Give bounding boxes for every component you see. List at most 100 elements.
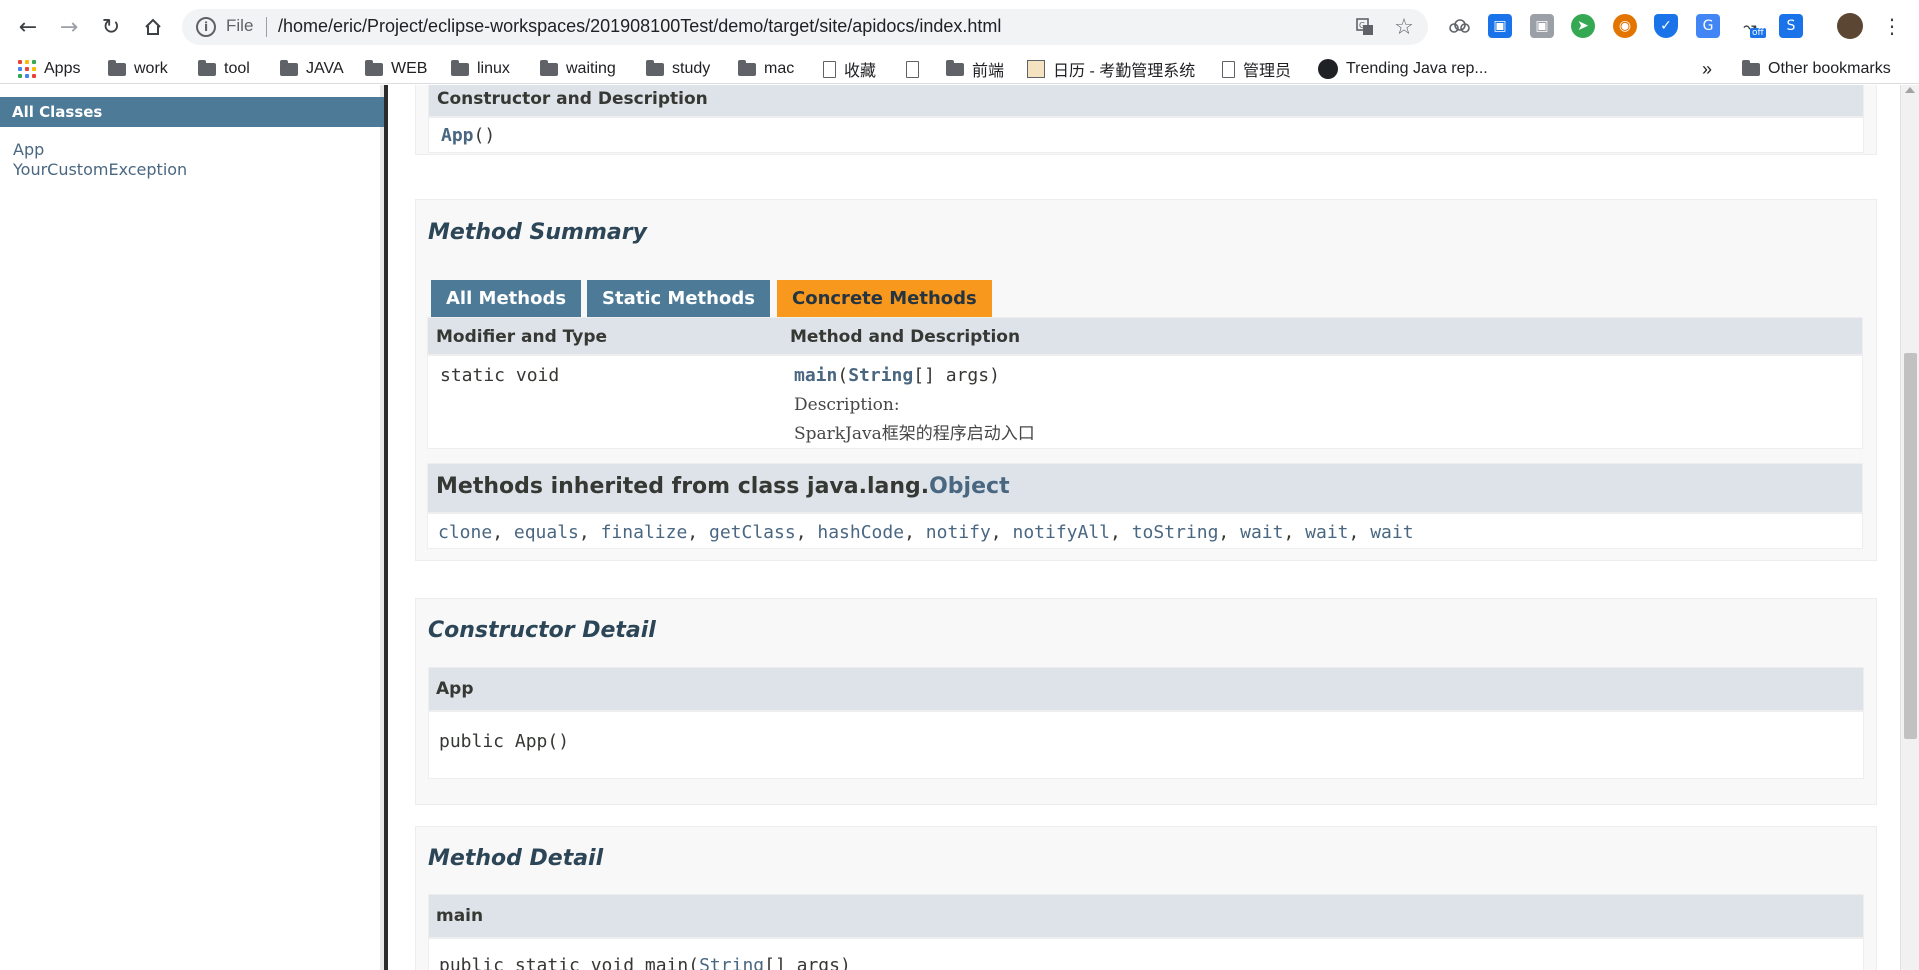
method-link-clone[interactable]: clone (438, 522, 492, 543)
bookmark-apps[interactable]: Apps (18, 57, 80, 81)
method-link-hashcode[interactable]: hashCode (817, 522, 904, 543)
folder-icon (198, 59, 216, 76)
constructor-parens: () (473, 125, 496, 146)
bookmark-label: work (134, 60, 168, 77)
github-icon (1318, 59, 1338, 79)
method-link-notifyall[interactable]: notifyAll (1012, 522, 1110, 543)
bookmark-folder-frontend[interactable]: 前端 (946, 57, 1004, 81)
scroll-up-arrow-icon[interactable] (1905, 87, 1915, 93)
tab-concrete-methods[interactable]: Concrete Methods (777, 280, 992, 317)
bookmark-folder-study[interactable]: study (646, 57, 710, 81)
bookmark-other-bookmarks[interactable]: Other bookmarks (1742, 57, 1891, 81)
back-icon[interactable]: ← (12, 12, 44, 42)
constructor-link-app[interactable]: App (441, 125, 474, 146)
class-link-yourcustomexception[interactable]: YourCustomException (13, 160, 187, 179)
bookmark-folder-work[interactable]: work (108, 57, 168, 81)
method-link-wait[interactable]: wait (1370, 522, 1413, 543)
tab-all-methods[interactable]: All Methods (431, 280, 582, 317)
separator: , (1283, 522, 1306, 543)
bookmark-label: waiting (566, 60, 616, 77)
column-header-method: Method and Description (790, 327, 1021, 347)
sogou-extension-icon[interactable]: S (1779, 14, 1803, 38)
type-link-string[interactable]: String (699, 955, 764, 970)
description-text: SparkJava框架的程序启动入口 (794, 424, 1035, 444)
proxy-extension-icon[interactable]: ↝ off (1738, 14, 1766, 38)
page-icon (1222, 60, 1235, 78)
shield-extension-icon[interactable]: ✓ (1654, 14, 1678, 38)
method-link-getclass[interactable]: getClass (709, 522, 796, 543)
separator: , (1218, 522, 1241, 543)
bookmark-page-favorites[interactable]: 收藏 (823, 57, 876, 81)
bookmark-label: Apps (44, 60, 81, 77)
separator: , (687, 522, 709, 543)
home-icon[interactable] (137, 12, 169, 42)
separator: , (904, 522, 926, 543)
apps-grid-icon (18, 60, 36, 78)
bookmarks-overflow-button[interactable]: » (1702, 57, 1712, 81)
bookmark-page-admin[interactable]: 管理员 (1222, 57, 1291, 81)
bookmarks-bar: Apps work tool JAVA WEB linux waiting st… (0, 54, 1919, 84)
class-detail-frame: Constructor and Description App() Method… (388, 85, 1900, 970)
google-translate-extension-icon[interactable]: G (1696, 14, 1720, 38)
book-extension-icon[interactable]: ▣ (1488, 14, 1512, 38)
info-icon[interactable]: i (196, 17, 216, 37)
briefcase-extension-icon[interactable]: ▣ (1530, 14, 1554, 38)
bookmark-folder-waiting[interactable]: waiting (540, 57, 616, 81)
bookmark-label: 收藏 (844, 63, 877, 80)
method-link-wait[interactable]: wait (1240, 522, 1283, 543)
address-bar[interactable]: i File /home/eric/Project/eclipse-worksp… (182, 9, 1428, 45)
vertical-scrollbar[interactable] (1900, 85, 1919, 970)
owl-extension-icon[interactable]: ◉ (1613, 14, 1637, 38)
bookmark-folder-java[interactable]: JAVA (280, 57, 344, 81)
divider (266, 17, 267, 37)
method-link-tostring[interactable]: toString (1132, 522, 1219, 543)
separator: , (1348, 522, 1371, 543)
object-class-link[interactable]: Object (929, 474, 1009, 499)
calendar-icon (1027, 60, 1045, 78)
bookmark-label: Trending Java rep... (1346, 60, 1488, 77)
folder-icon (540, 59, 558, 76)
url-text[interactable]: /home/eric/Project/eclipse-workspaces/20… (278, 16, 1001, 37)
folder-icon (451, 59, 469, 76)
separator: , (578, 522, 601, 543)
class-link-app[interactable]: App (13, 140, 44, 159)
method-table-header: Modifier and Type Method and Description (427, 317, 1863, 355)
bookmark-folder-tool[interactable]: tool (198, 57, 250, 81)
constructor-detail-header: App (428, 667, 1864, 711)
translate-icon[interactable]: G (1353, 15, 1377, 39)
bookmark-calendar[interactable]: 日历 - 考勤管理系统 (1027, 57, 1195, 81)
column-header-constructor: Constructor and Description (437, 89, 708, 109)
bookmark-label: WEB (391, 60, 428, 77)
reload-icon[interactable]: ↻ (95, 12, 127, 42)
scroll-thumb[interactable] (1904, 353, 1917, 739)
folder-icon (365, 59, 383, 76)
bookmark-label: mac (764, 60, 795, 77)
tab-static-methods[interactable]: Static Methods (587, 280, 770, 317)
avatar[interactable] (1837, 13, 1863, 39)
off-badge: off (1750, 28, 1766, 38)
bookmark-folder-web[interactable]: WEB (365, 57, 427, 81)
bookmark-github-trending[interactable]: Trending Java rep... (1318, 57, 1488, 81)
compass-extension-icon[interactable]: ➤ (1571, 14, 1595, 38)
modifier-cell: static void (440, 365, 560, 386)
table-row: static void main(String[] args) Descript… (427, 355, 1863, 449)
star-icon[interactable]: ☆ (1392, 15, 1416, 40)
bookmark-folder-mac[interactable]: mac (738, 57, 794, 81)
method-link-equals[interactable]: equals (514, 522, 579, 543)
cloud-extension-icon[interactable] (1447, 14, 1471, 38)
type-link-string[interactable]: String (848, 365, 913, 386)
overflow-label: » (1702, 58, 1713, 79)
column-header-modifier: Modifier and Type (436, 327, 608, 347)
bookmark-folder-linux[interactable]: linux (451, 57, 510, 81)
constructor-name: App (436, 679, 474, 699)
method-link-wait[interactable]: wait (1305, 522, 1348, 543)
bookmark-label: linux (477, 60, 510, 77)
separator: , (492, 522, 514, 543)
table-row: App() (428, 117, 1864, 153)
method-link-notify[interactable]: notify (926, 522, 991, 543)
method-link-main[interactable]: main (794, 365, 837, 386)
method-link-finalize[interactable]: finalize (601, 522, 688, 543)
bookmark-page-untitled[interactable] (906, 57, 927, 81)
menu-icon[interactable]: ⋮ (1880, 14, 1904, 38)
forward-icon[interactable]: → (53, 12, 85, 42)
